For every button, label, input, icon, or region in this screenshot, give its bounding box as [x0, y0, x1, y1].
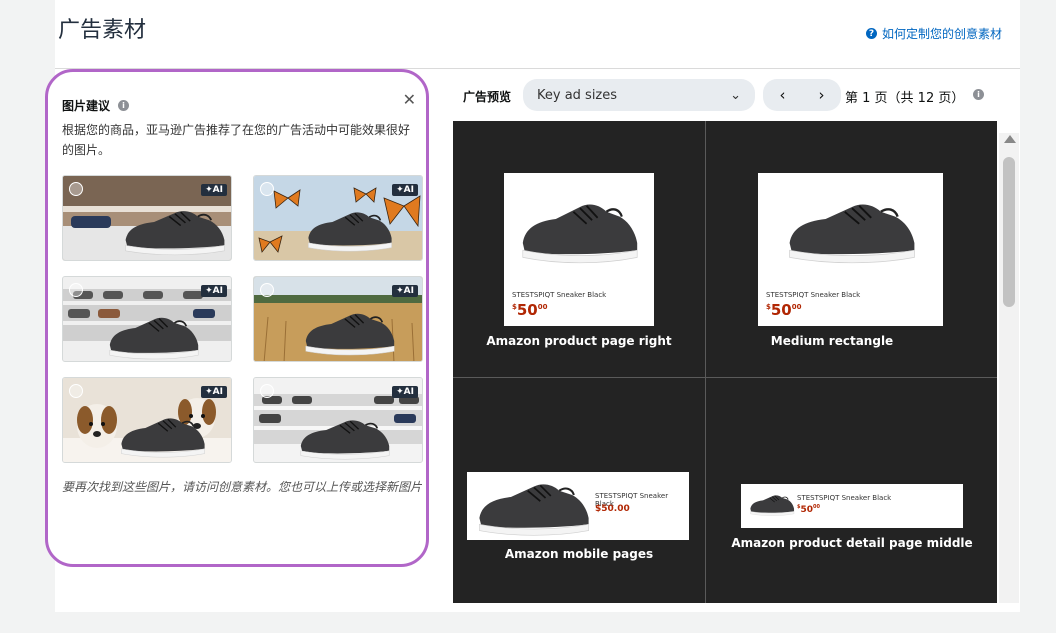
ai-badge: ✦AI [392, 285, 418, 297]
ad-preview-cell[interactable]: STESTSPIQT Sneaker Black $50.00 Amazon m… [453, 378, 705, 633]
help-link[interactable]: ? 如何定制您的创意素材 [865, 25, 1002, 42]
prev-page-button[interactable]: ‹ [768, 86, 798, 104]
thumbnail-grid: ✦AI ✦AI ✦AI ✦AI ✦AI ✦AI [62, 175, 424, 463]
page-info: 第 1 页（共 12 页） [845, 91, 965, 106]
ad-size-select[interactable]: Key ad sizes ⌄ [523, 79, 755, 111]
scroll-up-icon[interactable] [1004, 135, 1016, 143]
ad-size-select-value: Key ad sizes [537, 87, 618, 103]
pager: ‹ › [763, 79, 841, 111]
question-icon: ? [865, 28, 877, 39]
help-link-text: 如何定制您的创意素材 [881, 27, 1002, 41]
ad-preview-area: STESTSPIQT Sneaker Black $5000 Amazon pr… [453, 121, 997, 603]
thumbnail-butterflies[interactable]: ✦AI [253, 175, 423, 261]
ad-product-title: STESTSPIQT Sneaker Black [512, 291, 607, 299]
ad-price-whole: 50 [516, 301, 538, 319]
ai-badge: ✦AI [392, 184, 418, 196]
thumbnail-wheat-field[interactable]: ✦AI [253, 276, 423, 362]
thumbnail-shoe-rack[interactable]: ✦AI [62, 276, 232, 362]
product-image [478, 483, 590, 537]
ad-price-fraction: 00 [813, 504, 820, 510]
thumbnail-shoe-store-shelf[interactable]: ✦AI [62, 175, 232, 261]
info-icon[interactable]: i [118, 100, 130, 111]
creative-page: 广告素材 ? 如何定制您的创意素材 图片建议 i ✕ 根据您的商品，亚马逊广告推… [45, 0, 1020, 612]
product-image [521, 203, 639, 264]
ad-price-fraction: 00 [791, 303, 802, 311]
ad-product-title: STESTSPIQT Sneaker Black [766, 291, 861, 299]
ad-size-name: Medium rectangle [770, 334, 894, 348]
thumbnail-radio[interactable] [69, 283, 83, 297]
suggestions-title-text: 图片建议 [62, 99, 111, 113]
ad-price: $50.00 [595, 504, 630, 514]
thumbnail-radio[interactable] [260, 182, 274, 196]
ad-price-fraction: 00 [537, 303, 548, 311]
ad-price: $5000 [512, 301, 548, 319]
ad-size-name: Amazon mobile pages [504, 547, 654, 561]
ai-badge: ✦AI [392, 386, 418, 398]
ad-price: $5000 [797, 504, 820, 515]
ai-badge: ✦AI [201, 285, 227, 297]
ad-price-whole: 50 [770, 301, 792, 319]
page-title: 广告素材 [58, 18, 147, 43]
ad-card: STESTSPIQT Sneaker Black $5000 [741, 484, 963, 528]
suggestions-description: 根据您的商品，亚马逊广告推荐了在您的广告活动中可能效果很好的图片。 [62, 123, 411, 157]
ad-product-title: STESTSPIQT Sneaker Black [797, 494, 892, 502]
preview-label: 广告预览 [463, 90, 512, 104]
ad-card: STESTSPIQT Sneaker Black $5000 [758, 173, 943, 326]
scroll-thumb[interactable] [1003, 157, 1015, 307]
thumbnail-radio[interactable] [69, 384, 83, 398]
suggestions-footer: 要再次找到这些图片，请访问创意素材。您也可以上传或选择新图片 [62, 480, 422, 494]
next-page-button[interactable]: › [807, 86, 837, 104]
ad-price: $5000 [766, 301, 802, 319]
preview-scrollbar[interactable] [999, 133, 1019, 603]
product-image [788, 203, 916, 264]
ad-preview-cell[interactable]: STESTSPIQT Sneaker Black $5000 Amazon pr… [453, 121, 705, 376]
thumbnail-radio[interactable] [260, 283, 274, 297]
ad-preview-cell[interactable]: STESTSPIQT Sneaker Black $5000 Medium re… [706, 121, 958, 376]
thumbnail-radio[interactable] [69, 182, 83, 196]
image-suggestions-panel: 图片建议 i ✕ 根据您的商品，亚马逊广告推荐了在您的广告活动中可能效果很好的图… [45, 69, 429, 567]
ad-size-name: Amazon product page right [486, 334, 672, 348]
ad-price-whole: 50 [800, 505, 814, 515]
ad-card: STESTSPIQT Sneaker Black $5000 [504, 173, 654, 326]
ai-badge: ✦AI [201, 386, 227, 398]
thumbnail-radio[interactable] [260, 384, 274, 398]
info-icon[interactable]: i [973, 89, 984, 100]
product-image [749, 494, 795, 517]
close-icon[interactable]: ✕ [403, 92, 416, 108]
ad-size-name: Amazon product detail page middle [731, 536, 973, 550]
thumbnail-dogs[interactable]: ✦AI [62, 377, 232, 463]
ai-badge: ✦AI [201, 184, 227, 196]
chevron-down-icon: ⌄ [730, 87, 741, 103]
thumbnail-store-display[interactable]: ✦AI [253, 377, 423, 463]
suggestions-title: 图片建议 i [62, 97, 130, 114]
ad-card: STESTSPIQT Sneaker Black $50.00 [467, 472, 689, 540]
ad-preview-cell[interactable]: STESTSPIQT Sneaker Black $5000 Amazon pr… [706, 378, 973, 633]
